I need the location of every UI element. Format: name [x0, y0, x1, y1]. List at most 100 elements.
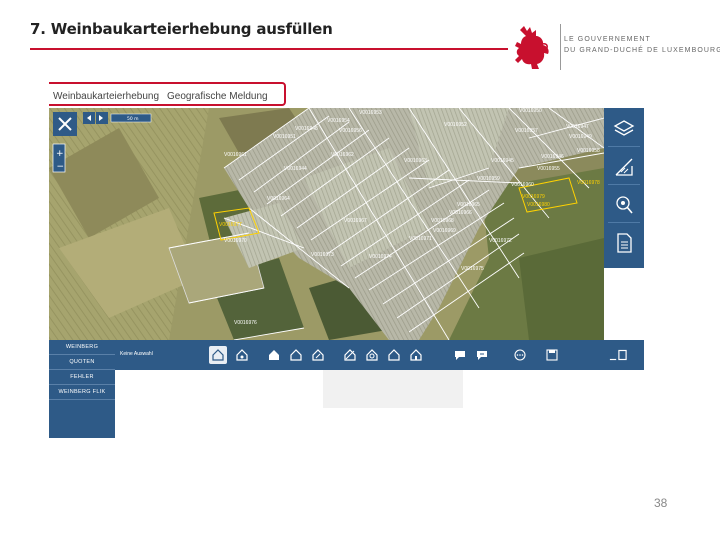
title-divider — [30, 48, 508, 50]
app-sidebar: WEINBERG QUOTEN FEHLER WEINBERG FLIK — [49, 340, 115, 438]
sidebar-item-quoten[interactable]: QUOTEN — [49, 355, 115, 370]
selection-status: Keine Auswahl — [120, 351, 153, 357]
toolbar-separator — [608, 184, 640, 185]
sidebar-item-fehler[interactable]: FEHLER — [49, 370, 115, 385]
parcel-label[interactable]: V0016945 — [491, 158, 514, 164]
more-icon — [514, 349, 526, 361]
highlighted-parcel-label[interactable]: V0016977 — [219, 222, 242, 228]
parcel-label[interactable]: V0016952 — [444, 122, 467, 128]
parcel-label[interactable]: V0016962 — [331, 152, 354, 158]
sidebar-item-weinberg-flik[interactable]: WEINBERG FLIK — [49, 385, 115, 400]
app-tab-bar: Weinbaukarteierhebung Geografische Meldu… — [49, 80, 644, 106]
parcel-label[interactable]: V0016944 — [284, 166, 307, 172]
layers-icon[interactable] — [613, 118, 635, 140]
parcel-label[interactable]: V0016960 — [511, 182, 534, 188]
zoom-in-icon[interactable]: + — [56, 149, 64, 159]
chat-edit-button[interactable] — [473, 346, 491, 364]
parcel-label[interactable]: V0016967 — [344, 218, 367, 224]
highlighted-parcel-label[interactable]: V0016978 — [577, 180, 600, 186]
house-add-icon — [269, 350, 279, 360]
government-logo: LE GOUVERNEMENT DU GRAND-DUCHÉ DE LUXEMB… — [510, 22, 720, 74]
parcel-label[interactable]: V0016964 — [267, 196, 290, 202]
parcel-label[interactable]: V0016959 — [477, 176, 500, 182]
parcel-label[interactable]: V0016966 — [449, 210, 472, 216]
app-screenshot: Weinbaukarteierhebung Geografische Meldu… — [49, 80, 644, 438]
highlighted-parcel-label[interactable]: V0016980 — [527, 202, 550, 208]
toolbar-separator — [608, 146, 640, 147]
edit-map-icon[interactable] — [613, 156, 635, 178]
house-cut-icon — [388, 349, 400, 361]
house-cut-button[interactable] — [385, 346, 403, 364]
logo-separator — [560, 24, 561, 70]
save-button[interactable] — [543, 346, 561, 364]
parcel-label[interactable]: V0016953 — [359, 110, 382, 116]
chat-add-button[interactable] — [451, 346, 469, 364]
bottom-toolbar: Keine Auswahl — [115, 340, 644, 370]
house-simple-button[interactable] — [407, 346, 425, 364]
parcel-label[interactable]: V0016972 — [489, 238, 512, 244]
right-toolbar — [604, 108, 644, 268]
house-outline-icon — [290, 349, 302, 361]
parcel-label[interactable]: V0016968 — [431, 218, 454, 224]
form-placeholder-panel — [323, 370, 463, 408]
page-number: 38 — [654, 496, 668, 510]
sidebar-item-weinberg[interactable]: WEINBERG — [49, 340, 115, 355]
aerial-map[interactable]: V0016953 V0016954 V0016948 V0016951 V001… — [49, 108, 604, 340]
more-button[interactable] — [511, 346, 529, 364]
parcel-label[interactable]: V0016947 — [566, 124, 589, 130]
parcel-label[interactable]: V0016946 — [541, 154, 564, 160]
parcel-label[interactable]: V0016961 — [224, 152, 247, 158]
zoom-out-icon[interactable]: − — [57, 162, 65, 172]
government-name: LE GOUVERNEMENT DU GRAND-DUCHÉ DE LUXEMB… — [564, 34, 720, 56]
parcel-label[interactable]: V0016971 — [409, 236, 432, 242]
house-outline-button[interactable] — [287, 346, 305, 364]
search-location-icon[interactable] — [613, 194, 635, 216]
parcel-label[interactable]: V0016975 — [461, 266, 484, 272]
parcel-label[interactable]: V0016951 — [273, 134, 296, 140]
house-merge-button[interactable] — [363, 346, 381, 364]
parcel-label[interactable]: V0016957 — [515, 128, 538, 134]
slide-title: 7. Weinbaukarteierhebung ausfüllen — [30, 20, 333, 38]
save-icon — [546, 349, 558, 361]
tab-weinbaukarteierhebung[interactable]: Weinbaukarteierhebung — [53, 91, 159, 102]
house-gear-button[interactable] — [233, 346, 251, 364]
parcel-label[interactable]: V0016969 — [433, 228, 456, 234]
government-name-line2: DU GRAND-DUCHÉ DE LUXEMBOURG — [564, 47, 720, 54]
fullscreen-icon — [609, 349, 627, 361]
chat-edit-icon — [477, 351, 487, 360]
house-simple-icon — [410, 349, 422, 361]
parcel-label[interactable]: V0016949 — [569, 134, 592, 140]
parcel-label[interactable]: V0016970 — [224, 238, 247, 244]
parcel-label[interactable]: V0016974 — [369, 254, 392, 260]
parcel-label[interactable]: V0016948 — [295, 126, 318, 132]
scale-label: 50 m — [127, 116, 139, 122]
document-icon[interactable] — [613, 232, 635, 254]
parcel-label[interactable]: V0016976 — [234, 320, 257, 326]
zoom-control[interactable]: + − — [52, 143, 66, 173]
house-add-button[interactable] — [265, 346, 283, 364]
house-select-icon — [212, 349, 224, 361]
house-select-button[interactable] — [209, 346, 227, 364]
parcel-label[interactable]: V0016954 — [327, 118, 350, 124]
fullscreen-button[interactable] — [609, 346, 627, 364]
chat-add-icon — [455, 351, 465, 360]
parcel-label[interactable]: V0016956 — [339, 128, 362, 134]
highlighted-parcel-label[interactable]: V0016979 — [522, 194, 545, 200]
house-merge-icon — [366, 349, 378, 361]
parcel-label[interactable]: V0016965 — [457, 202, 480, 208]
house-split-button[interactable] — [341, 346, 359, 364]
parcel-label[interactable]: V0016973 — [311, 252, 334, 258]
form-content-area — [115, 370, 644, 438]
parcel-label[interactable]: V0016955 — [537, 166, 560, 172]
house-edit-icon — [312, 349, 324, 361]
tab-geografische-meldung[interactable]: Geografische Meldung — [167, 91, 268, 102]
toolbar-separator — [608, 222, 640, 223]
government-name-line1: LE GOUVERNEMENT — [564, 36, 651, 43]
red-lion-icon — [515, 26, 549, 69]
house-split-icon — [344, 349, 356, 361]
parcel-label[interactable]: V0016963 — [404, 158, 427, 164]
house-gear-icon — [236, 349, 248, 361]
parcel-label[interactable]: V0016950 — [519, 108, 542, 114]
house-edit-button[interactable] — [309, 346, 327, 364]
parcel-label[interactable]: V0016958 — [577, 148, 600, 154]
